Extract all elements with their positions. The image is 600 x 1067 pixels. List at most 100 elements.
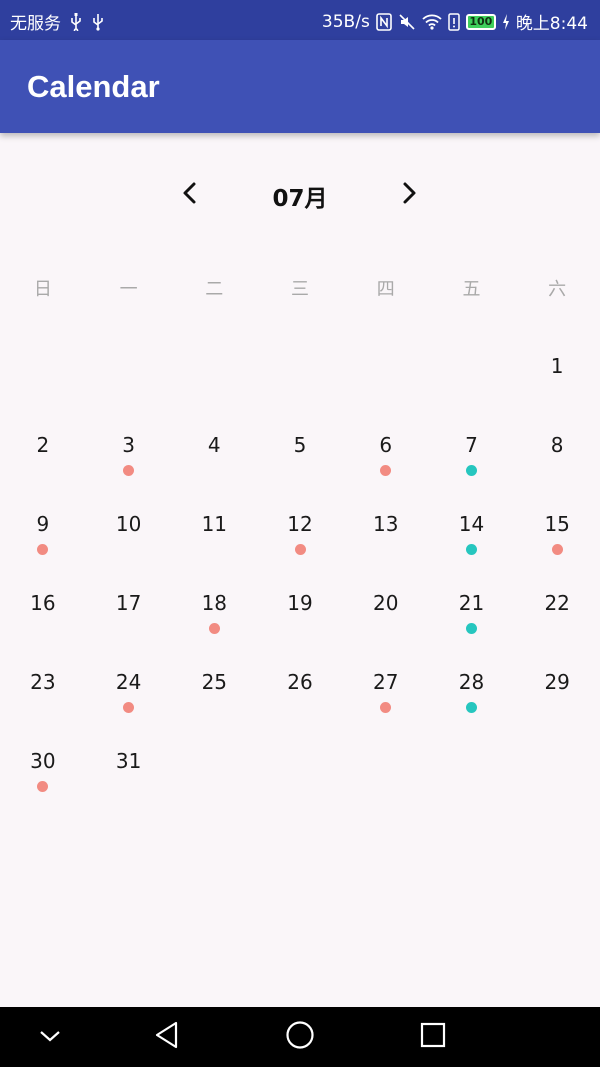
usb-debug-icon bbox=[91, 13, 105, 31]
event-dot-salmon bbox=[37, 781, 49, 792]
event-dot-teal bbox=[465, 465, 477, 476]
day-number: 17 bbox=[115, 591, 142, 615]
calendar-day[interactable]: 9 bbox=[0, 498, 86, 577]
network-speed: 35B/s bbox=[321, 11, 370, 32]
empty-day-cell bbox=[429, 735, 515, 814]
day-number: 21 bbox=[458, 591, 485, 615]
calendar-day[interactable]: 30 bbox=[0, 735, 86, 814]
event-dot-salmon bbox=[380, 702, 392, 713]
calendar-day[interactable]: 8 bbox=[514, 419, 600, 498]
day-number: 2 bbox=[36, 433, 50, 457]
calendar-day[interactable]: 25 bbox=[171, 656, 257, 735]
calendar-day[interactable]: 6 bbox=[343, 419, 429, 498]
calendar-day[interactable]: 1 bbox=[514, 340, 600, 419]
calendar-day[interactable]: 19 bbox=[257, 577, 343, 656]
recents-square-icon bbox=[420, 1022, 446, 1052]
day-number: 31 bbox=[115, 749, 142, 773]
calendar-day[interactable]: 4 bbox=[171, 419, 257, 498]
calendar-day[interactable]: 5 bbox=[257, 419, 343, 498]
day-number: 3 bbox=[122, 433, 135, 457]
day-number: 9 bbox=[36, 512, 50, 536]
weekday-thu: 四 bbox=[376, 279, 395, 300]
calendar-day[interactable]: 22 bbox=[514, 577, 600, 656]
calendar-day[interactable]: 27 bbox=[343, 656, 429, 735]
next-month-button[interactable] bbox=[384, 170, 434, 220]
calendar-day[interactable]: 10 bbox=[86, 498, 172, 577]
calendar-day[interactable]: 11 bbox=[171, 498, 257, 577]
calendar-day[interactable]: 28 bbox=[429, 656, 515, 735]
event-dot-teal bbox=[465, 702, 477, 713]
calendar-day[interactable]: 20 bbox=[343, 577, 429, 656]
event-dot-salmon bbox=[380, 465, 392, 476]
calendar-day[interactable]: 7 bbox=[429, 419, 515, 498]
calendar-day[interactable]: 31 bbox=[86, 735, 172, 814]
empty-day-cell bbox=[86, 340, 172, 419]
empty-day-cell bbox=[514, 735, 600, 814]
event-dot-salmon bbox=[123, 465, 135, 476]
calendar-day[interactable]: 12 bbox=[257, 498, 343, 577]
empty-day-cell bbox=[257, 735, 343, 814]
recents-button[interactable] bbox=[403, 1007, 463, 1067]
day-number: 15 bbox=[544, 512, 570, 536]
empty-day-cell bbox=[343, 735, 429, 814]
event-dot-salmon bbox=[123, 702, 135, 713]
month-title: 07月 bbox=[272, 186, 328, 212]
empty-day-cell bbox=[429, 340, 515, 419]
day-number: 19 bbox=[287, 591, 313, 615]
calendar-day[interactable]: 17 bbox=[86, 577, 172, 656]
empty-day-cell bbox=[0, 340, 86, 419]
calendar-day[interactable]: 18 bbox=[171, 577, 257, 656]
app-bar: Calendar bbox=[0, 40, 600, 133]
weekday-header: 日 一 二 三 四 五 六 bbox=[0, 276, 600, 304]
calendar-day[interactable]: 29 bbox=[514, 656, 600, 735]
back-button[interactable] bbox=[137, 1007, 197, 1067]
home-button[interactable] bbox=[270, 1007, 330, 1067]
charging-icon bbox=[502, 13, 510, 30]
calendar-day[interactable]: 2 bbox=[0, 419, 86, 498]
day-number: 6 bbox=[379, 433, 393, 457]
calendar-week-row: 1 bbox=[0, 340, 600, 419]
calendar-week-row: 2 3 4 5 6 7 8 bbox=[0, 419, 600, 498]
weekday-fri: 五 bbox=[462, 279, 481, 300]
day-number: 4 bbox=[207, 433, 221, 457]
calendar-day[interactable]: 24 bbox=[86, 656, 172, 735]
nfc-icon bbox=[376, 12, 392, 31]
empty-day-cell bbox=[171, 340, 257, 419]
calendar-week-row: 9 10 11 12 13 14 15 bbox=[0, 498, 600, 577]
calendar-week-row: 16 17 18 19 20 21 22 bbox=[0, 577, 600, 656]
home-circle-icon bbox=[285, 1020, 315, 1054]
weekday-sat: 六 bbox=[548, 279, 567, 300]
day-number: 12 bbox=[287, 512, 313, 536]
empty-day-cell bbox=[171, 735, 257, 814]
system-navigation-bar bbox=[0, 1007, 600, 1067]
status-bar: 无服务 35B/s 100 晚上8:44 bbox=[0, 0, 600, 40]
weekday-sun: 日 bbox=[33, 279, 52, 300]
day-number: 30 bbox=[30, 749, 56, 773]
hide-nav-button[interactable] bbox=[20, 1007, 80, 1067]
day-number: 29 bbox=[544, 670, 570, 694]
calendar-day[interactable]: 23 bbox=[0, 656, 86, 735]
chevron-down-icon bbox=[38, 1028, 62, 1047]
day-number: 23 bbox=[30, 670, 56, 694]
event-dot-teal bbox=[465, 623, 477, 634]
calendar-day[interactable]: 21 bbox=[429, 577, 515, 656]
mute-icon bbox=[398, 13, 416, 31]
calendar-week-row: 30 31 bbox=[0, 735, 600, 814]
month-navigation: 07月 bbox=[0, 170, 600, 220]
day-number: 14 bbox=[458, 512, 485, 536]
chevron-left-icon bbox=[181, 181, 199, 209]
calendar-grid: 1 2 3 4 5 6 7 8 9 10 11 12 13 14 15 16 17 18 19 20 21 22 23 24 2… bbox=[0, 340, 600, 814]
calendar-day[interactable]: 14 bbox=[429, 498, 515, 577]
status-right: 35B/s 100 晚上8:44 bbox=[321, 9, 588, 35]
calendar-day[interactable]: 16 bbox=[0, 577, 86, 656]
day-number: 10 bbox=[115, 512, 142, 536]
day-number: 27 bbox=[373, 670, 399, 694]
app-title: Calendar bbox=[27, 69, 160, 104]
calendar-day[interactable]: 15 bbox=[514, 498, 600, 577]
calendar-day[interactable]: 13 bbox=[343, 498, 429, 577]
calendar-day[interactable]: 3 bbox=[86, 419, 172, 498]
calendar-week-row: 23 24 25 26 27 28 29 bbox=[0, 656, 600, 735]
calendar-day[interactable]: 26 bbox=[257, 656, 343, 735]
day-number: 11 bbox=[201, 512, 228, 536]
day-number: 22 bbox=[544, 591, 570, 615]
